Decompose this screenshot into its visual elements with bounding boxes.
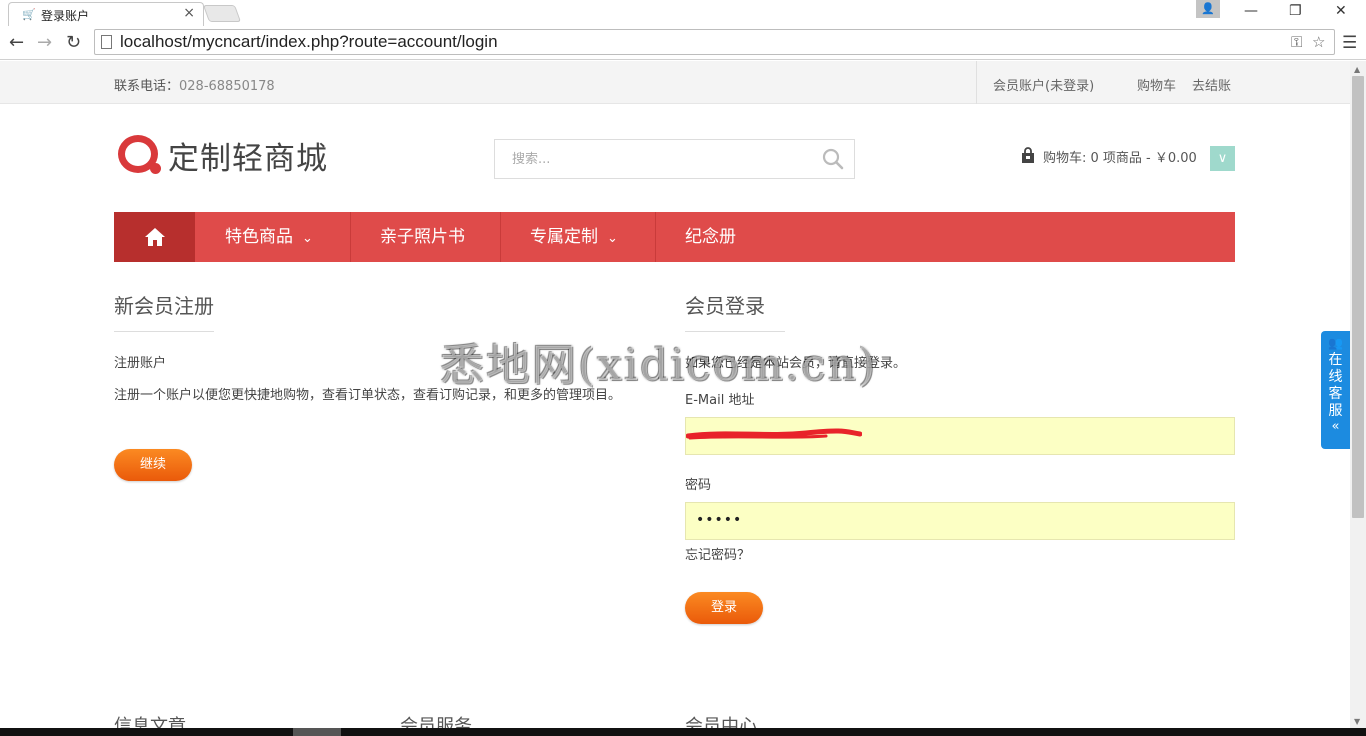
cart-icon: 🛒: [22, 8, 36, 21]
nav-item-featured[interactable]: 特色商品 ⌄: [225, 212, 313, 262]
browser-tabbar: 🛒 登录账户 × 👤 — ❐ ✕: [0, 0, 1366, 26]
logo-text: 定制轻商城: [168, 141, 328, 177]
site-topbar: 联系电话：028-68850178 会员账户(未登录) 购物车 去结账: [0, 61, 1350, 104]
url-text[interactable]: localhost/mycncart/index.php?route=accou…: [120, 32, 498, 52]
page-scrollbar[interactable]: ▲ ▼: [1350, 61, 1366, 728]
register-rule: [114, 331, 214, 332]
nav-divider: [655, 212, 656, 262]
header-cart[interactable]: 购物车: 0 项商品 - ￥0.00: [1019, 147, 1197, 166]
search-box: [494, 139, 855, 179]
new-tab-button[interactable]: [202, 5, 242, 22]
tab-title: 登录账户: [41, 9, 90, 23]
forgot-password-link[interactable]: 忘记密码？: [685, 545, 750, 567]
user-profile-icon[interactable]: 👤: [1196, 0, 1220, 18]
nav-item-custom[interactable]: 专属定制 ⌄: [530, 212, 618, 262]
nav-divider: [350, 212, 351, 262]
back-arrow-icon[interactable]: ←: [9, 32, 24, 53]
redaction-scribble: [686, 428, 862, 440]
home-icon: [145, 228, 165, 246]
register-title: 新会员注册: [114, 294, 214, 318]
chevron-down-icon: ⌄: [302, 231, 313, 246]
watermark: 悉地网(xidicom.cn): [440, 340, 878, 391]
login-title: 会员登录: [685, 294, 765, 318]
password-field[interactable]: •••••: [685, 502, 1235, 540]
account-link[interactable]: 会员账户(未登录): [993, 75, 1094, 94]
address-bar[interactable]: localhost/mycncart/index.php?route=accou…: [94, 29, 1335, 55]
key-icon[interactable]: ⚿: [1291, 33, 1302, 51]
support-people-icon: 👥: [1328, 336, 1343, 350]
star-icon[interactable]: ☆: [1312, 33, 1325, 51]
nav-item-label: 特色商品: [225, 227, 293, 247]
nav-home[interactable]: [114, 212, 195, 262]
register-subtitle: 注册账户: [114, 356, 167, 371]
scroll-up-icon[interactable]: ▲: [1354, 65, 1360, 74]
nav-item-album[interactable]: 纪念册: [685, 212, 736, 262]
scroll-thumb[interactable]: [1352, 76, 1364, 518]
online-service-tab[interactable]: 👥 在线客服 «: [1321, 331, 1350, 449]
os-taskbar: [0, 728, 1366, 736]
nav-divider: [500, 212, 501, 262]
online-service-label: 在线客服: [1328, 352, 1343, 419]
chevron-down-icon: ∨: [1217, 151, 1228, 166]
footer-title-member: 会员中心: [685, 716, 757, 728]
footer-title-info: 信息文章: [114, 716, 186, 728]
footer-title-service: 会员服务: [400, 716, 472, 728]
password-value: •••••: [696, 512, 743, 528]
search-icon[interactable]: [822, 148, 844, 170]
reload-icon[interactable]: ↻: [66, 32, 81, 53]
page-viewport: 联系电话：028-68850178 会员账户(未登录) 购物车 去结账 定制轻商…: [0, 61, 1350, 728]
cart-summary: 购物车: 0 项商品 - ￥0.00: [1043, 151, 1197, 166]
hamburger-icon[interactable]: ☰: [1342, 33, 1357, 53]
checkout-link[interactable]: 去结账: [1192, 75, 1231, 94]
phone-number: 028-68850178: [179, 79, 275, 94]
chevron-down-icon: ⌄: [607, 231, 618, 246]
taskbar-item[interactable]: [293, 728, 341, 736]
window-close-icon[interactable]: ✕: [1335, 3, 1347, 19]
browser-tab[interactable]: 🛒 登录账户 ×: [8, 2, 204, 26]
browser-toolbar: ← → ↻ localhost/mycncart/index.php?route…: [0, 26, 1366, 60]
close-icon[interactable]: ×: [183, 5, 195, 21]
cart-link[interactable]: 购物车: [1137, 75, 1176, 94]
search-input[interactable]: [495, 140, 815, 178]
topbar-divider: [976, 61, 977, 104]
phone-label: 联系电话：: [114, 79, 180, 94]
contact-phone: 联系电话：028-68850178: [114, 75, 275, 94]
double-chevron-left-icon: «: [1331, 419, 1340, 434]
continue-button[interactable]: 继续: [114, 449, 192, 481]
page-icon: [101, 35, 112, 49]
email-field[interactable]: [685, 417, 1235, 455]
password-label: 密码: [685, 478, 712, 493]
shopping-bag-icon: [1022, 147, 1034, 163]
cart-dropdown-button[interactable]: ∨: [1210, 146, 1235, 171]
nav-item-label: 专属定制: [530, 227, 598, 247]
logo-dot: [150, 163, 161, 174]
minimize-icon[interactable]: —: [1244, 3, 1258, 19]
login-button[interactable]: 登录: [685, 592, 763, 624]
scroll-down-icon[interactable]: ▼: [1354, 717, 1360, 726]
forward-arrow-icon[interactable]: →: [37, 32, 52, 53]
nav-item-photobook[interactable]: 亲子照片书: [380, 212, 465, 262]
email-label: E-Mail 地址: [685, 393, 755, 408]
main-nav: 特色商品 ⌄ 亲子照片书 专属定制 ⌄ 纪念册: [114, 212, 1235, 262]
restore-icon[interactable]: ❐: [1289, 3, 1302, 19]
